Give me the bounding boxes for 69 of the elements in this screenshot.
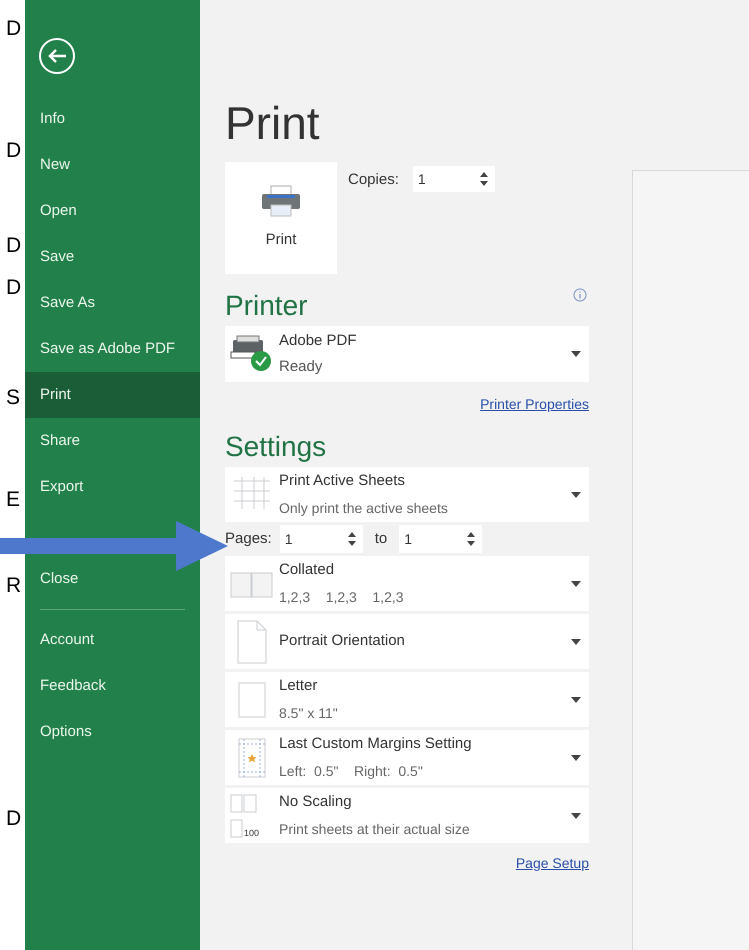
cell-text: D <box>6 808 22 829</box>
menu-item[interactable]: Share <box>25 418 200 464</box>
menu-item[interactable]: Export <box>25 464 200 510</box>
scale-label: 100 <box>244 828 260 838</box>
menu-item[interactable]: Account <box>25 617 200 663</box>
section-heading: Settings <box>225 433 328 461</box>
setting-description: 1,2,3 1,2,3 1,2,3 <box>279 588 405 607</box>
setting-description: 8.5" x 11" <box>279 704 339 723</box>
cell-text: D <box>6 235 22 256</box>
page-from-field[interactable]: 1 <box>280 525 363 553</box>
settings-dropdown[interactable]: Portrait Orientation <box>225 614 589 669</box>
setting-description: Only print the active sheets <box>279 498 449 518</box>
menu-item[interactable]: Save <box>25 234 200 280</box>
settings-dropdown[interactable]: Collated 1,2,3 1,2,3 1,2,3 <box>225 556 589 611</box>
menu-item[interactable]: New <box>25 142 200 188</box>
printer-dropdown[interactable]: Adobe PDF Ready <box>225 326 589 382</box>
setting-title: Collated <box>279 560 336 580</box>
page-setup-link[interactable]: Page Setup <box>516 853 589 874</box>
margins-icon <box>238 738 266 778</box>
copies-field[interactable]: 1 <box>412 166 495 192</box>
caret-icon <box>571 638 581 644</box>
page-title: Print <box>225 100 321 146</box>
document-icon <box>237 620 267 664</box>
printer-icon <box>261 184 301 217</box>
caret-icon <box>571 580 581 586</box>
menu-item[interactable]: Info <box>25 96 200 142</box>
setting-title: Portrait Orientation <box>279 631 406 652</box>
to-label: to <box>374 528 388 549</box>
printer-properties-link[interactable]: Printer Properties <box>480 394 589 415</box>
settings-dropdown[interactable]: 100 No Scaling Print sheets at their actual size <box>225 788 589 843</box>
setting-title: Last Custom Margins Setting <box>279 734 473 754</box>
paper-icon <box>238 682 266 718</box>
pages-label: Pages: <box>225 528 272 549</box>
settings-dropdown[interactable]: Last Custom Margins Setting Left: 0.5" Right: 0.5" <box>225 730 589 785</box>
page-to-field[interactable]: 1 <box>399 525 482 553</box>
menu-item[interactable]: Close <box>25 556 200 602</box>
cell-text: S <box>6 387 20 408</box>
menu-item[interactable]: Print <box>25 372 200 418</box>
settings-dropdown[interactable]: Print Active Sheets Only print the active sheets <box>225 467 589 522</box>
setting-description: Print sheets at their actual size <box>279 820 471 839</box>
back-button[interactable] <box>39 38 75 74</box>
section-heading: Printer <box>225 292 308 320</box>
print-button[interactable]: Print <box>225 162 337 274</box>
menu-item[interactable]: Open <box>25 188 200 234</box>
printer-status: Ready <box>279 356 324 376</box>
printer-name: Adobe PDF <box>279 331 358 351</box>
setting-title: No Scaling <box>279 792 353 812</box>
printer-ready-icon <box>229 334 273 374</box>
back-arrow-icon <box>47 48 67 64</box>
caret-icon <box>571 492 581 498</box>
cell-text: E <box>6 489 20 510</box>
info-icon[interactable] <box>573 288 587 302</box>
cell-text: D <box>6 277 22 298</box>
cell-text: R <box>6 575 22 596</box>
setting-description: Left: 0.5" Right: 0.5" <box>279 762 424 781</box>
menu-item[interactable]: Options <box>25 709 200 755</box>
menu-item[interactable]: Save as Adobe PDF <box>25 326 200 372</box>
menu-item[interactable]: Feedback <box>25 663 200 709</box>
menu-item[interactable]: Save As <box>25 280 200 326</box>
cell-text: D <box>6 140 22 161</box>
cell-text: D <box>6 18 22 39</box>
copies-label: Copies: <box>348 170 399 190</box>
caret-icon <box>571 812 581 818</box>
settings-dropdown[interactable]: Letter 8.5" x 11" <box>225 672 589 727</box>
caret-icon <box>571 696 581 702</box>
caret-icon <box>571 754 581 760</box>
setting-title: Letter <box>279 676 318 696</box>
caret-icon <box>571 351 581 357</box>
setting-title: Print Active Sheets <box>279 471 406 492</box>
